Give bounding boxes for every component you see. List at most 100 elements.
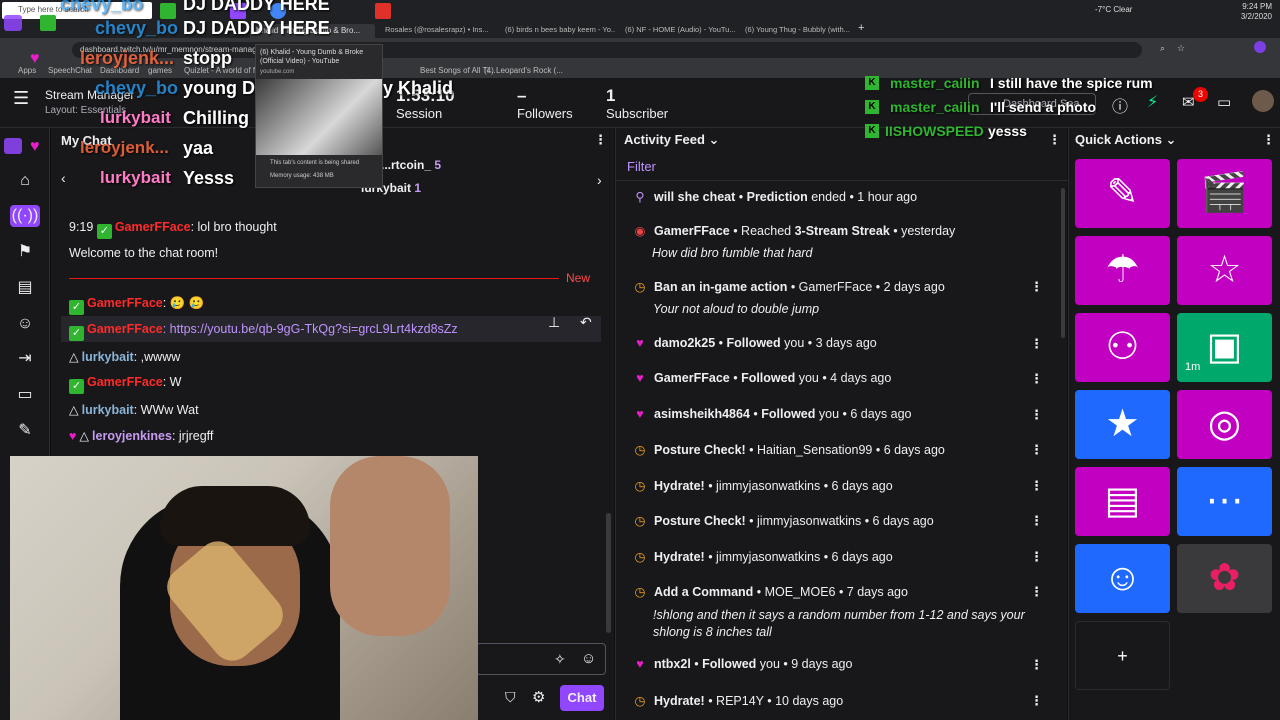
- overlay-heart-icon: ♥: [30, 138, 40, 155]
- extensions-icon[interactable]: ✎: [12, 420, 38, 442]
- system-clock: 9:24 PM 3/2/2020: [1241, 2, 1272, 22]
- activity-item[interactable]: ◷ Hydrate! • jimmyjasonwatkins • 6 days a…: [631, 478, 1056, 493]
- quick-actions-options-icon[interactable]: ⋮: [1262, 132, 1275, 148]
- emote-only-button[interactable]: ☺: [1075, 544, 1170, 613]
- overlay-message: Chilling: [183, 108, 249, 128]
- mod-shield-icon[interactable]: ⛉: [505, 689, 516, 706]
- session-label: Session: [396, 106, 443, 121]
- monetization-icon[interactable]: ▭: [12, 384, 38, 406]
- add-quick-action-button[interactable]: +: [1075, 621, 1170, 690]
- activity-item[interactable]: ◷ Posture Check! • Haitian_Sensation99 • …: [631, 442, 1056, 457]
- bookmark-leopards-rock[interactable]: (4) Leopard's Rock (...: [484, 66, 563, 75]
- clock-date: 3/2/2020: [1240, 12, 1272, 21]
- chat-username[interactable]: GamerFFace: [87, 375, 163, 389]
- activity-item[interactable]: ◷ Hydrate! • jimmyjasonwatkins • 6 days a…: [631, 549, 1056, 564]
- community-icon[interactable]: ☺: [12, 313, 38, 335]
- user-badge-icon: △: [69, 350, 79, 364]
- add-moderator-button[interactable]: ⚇: [1075, 313, 1170, 382]
- create-clip-button[interactable]: 🎬: [1177, 159, 1272, 228]
- edit-stream-info-button[interactable]: ✎: [1075, 159, 1170, 228]
- start-ad-timer-button[interactable]: ▣ 1m: [1177, 313, 1272, 382]
- stream-manager-nav-icon[interactable]: ((·)): [10, 205, 40, 227]
- activity-item[interactable]: ♥ asimsheikh4864 • Followed you • 6 days …: [631, 407, 1056, 421]
- overlay-badge-icon: [40, 15, 56, 31]
- activity-item[interactable]: ◷ Ban an in-game action • GamerFFace • 2 …: [631, 279, 1056, 294]
- chat-username[interactable]: lurkybait: [82, 403, 134, 417]
- content-icon[interactable]: ⇥: [12, 348, 38, 370]
- reply-icon[interactable]: ↶: [580, 314, 592, 331]
- activity-item[interactable]: ⚲ will she cheat • Prediction ended • 1 h…: [631, 189, 1056, 204]
- item-options-icon[interactable]: ⋮: [1030, 549, 1043, 565]
- chat-send-button[interactable]: Chat: [560, 685, 604, 711]
- shoutout-button[interactable]: ☆: [1177, 236, 1272, 305]
- featured-button[interactable]: ★: [1075, 390, 1170, 459]
- overlay-username: chevy_bo: [95, 18, 179, 38]
- activity-scrollbar[interactable]: [1061, 188, 1065, 338]
- chat-username[interactable]: GamerFFace: [115, 220, 191, 234]
- user-avatar[interactable]: [1252, 90, 1274, 112]
- item-options-icon[interactable]: ⋮: [1030, 279, 1043, 295]
- tab-instagram[interactable]: Rosales (@rosalesrapz) • Ins...: [385, 25, 495, 34]
- channel-reward-icon: ◷: [634, 694, 646, 708]
- activity-item[interactable]: ◷ Posture Check! • jimmyjasonwatkins • 6 …: [631, 513, 1056, 528]
- item-options-icon[interactable]: ⋮: [1030, 584, 1043, 600]
- chat-username[interactable]: leroyjenkines: [92, 429, 172, 443]
- item-options-icon[interactable]: ⋮: [1030, 336, 1043, 352]
- activity-item[interactable]: ♥ damo2k25 • Followed you • 3 days ago: [631, 336, 1056, 350]
- chat-username[interactable]: GamerFFace: [87, 322, 163, 336]
- item-options-icon[interactable]: ⋮: [1030, 693, 1043, 709]
- bookmark-star-icon[interactable]: ☆: [1177, 43, 1185, 54]
- item-options-icon[interactable]: ⋮: [1030, 442, 1043, 458]
- chat-message: ♥ △ leroyjenkines: jrjregff: [69, 428, 213, 443]
- channel-reward-icon: ◷: [634, 280, 646, 294]
- chat-settings-gear-icon[interactable]: ⚙: [532, 688, 545, 706]
- prediction-button[interactable]: ◎: [1177, 390, 1272, 459]
- activity-item[interactable]: ◷ Add a Command • MOE_MOE6 • 7 days ago: [631, 584, 1056, 599]
- item-options-icon[interactable]: ⋮: [1030, 407, 1043, 423]
- subscribers-stat: 1 Subscriber: [606, 86, 668, 121]
- analytics-icon[interactable]: ▤: [12, 277, 38, 299]
- activity-item[interactable]: ♥ ntbx2l • Followed you • 9 days ago: [631, 657, 1056, 671]
- chat-text: : jrjregff: [171, 429, 214, 443]
- whispers-icon[interactable]: ▭: [1217, 93, 1231, 111]
- pinned-next-icon[interactable]: ›: [597, 172, 602, 188]
- item-options-icon[interactable]: ⋮: [1030, 513, 1043, 529]
- overlay-message: stopp: [183, 48, 232, 68]
- activity-item[interactable]: ◷ Hydrate! • REP14Y • 10 days ago: [631, 693, 1056, 708]
- layout-button[interactable]: ▤: [1075, 467, 1170, 536]
- follow-heart-icon: ♥: [636, 657, 644, 671]
- profile-avatar[interactable]: [1254, 41, 1266, 53]
- activity-item[interactable]: ♥ GamerFFace • Followed you • 4 days ago: [631, 371, 1056, 385]
- insights-icon[interactable]: ⚑: [12, 241, 38, 263]
- activity-item[interactable]: ◉ GamerFFace • Reached 3-Stream Streak • …: [631, 223, 1056, 238]
- overlay-message: yaa: [183, 138, 214, 158]
- activity-feed-title[interactable]: Activity Feed ⌄: [624, 132, 719, 148]
- pin-message-icon[interactable]: ⊥: [548, 314, 560, 331]
- emote-picker-icon[interactable]: ☺: [581, 650, 596, 667]
- chat-scrollbar[interactable]: [606, 513, 611, 633]
- custom-action-button[interactable]: ✿: [1177, 544, 1272, 613]
- chat-link[interactable]: : https://youtu.be/qb-9gG-TkQg?si=grcL9L…: [163, 322, 458, 336]
- tab-youtube-nf[interactable]: (6) NF - HOME (Audio) - YouTu...: [625, 25, 735, 34]
- chat-mode-button[interactable]: ⋯: [1177, 467, 1272, 536]
- chat-username[interactable]: lurkybait: [82, 350, 134, 364]
- item-options-icon[interactable]: ⋮: [1030, 657, 1043, 673]
- channel-reward-icon: ◷: [634, 443, 646, 457]
- overlay-username: lurkybait: [100, 168, 171, 187]
- filter-link[interactable]: Filter: [627, 159, 656, 174]
- followers-label: Followers: [517, 106, 573, 121]
- chat-text: : ,wwww: [133, 350, 181, 364]
- tab-memory-usage: Memory usage: 438 MB: [270, 173, 334, 179]
- twitch-overlay-icon: [4, 138, 22, 154]
- run-ad-button[interactable]: ☂: [1075, 236, 1170, 305]
- item-options-icon[interactable]: ⋮: [1030, 371, 1043, 387]
- zoom-icon[interactable]: ⌕: [1160, 43, 1165, 54]
- chat-username[interactable]: GamerFFace: [87, 296, 163, 310]
- cheer-icon[interactable]: ✧: [554, 651, 566, 668]
- item-options-icon[interactable]: ⋮: [1030, 478, 1043, 494]
- new-tab-icon[interactable]: +: [858, 22, 864, 34]
- tab-youtube-thug[interactable]: (6) Young Thug - Bubbly (with...: [745, 25, 850, 34]
- sub-heart-badge-icon: ♥: [69, 429, 77, 443]
- tab-youtube-keem[interactable]: (6) birds n bees baby keem - Yo...: [505, 25, 615, 34]
- chat-options-icon[interactable]: ⋮: [594, 132, 607, 148]
